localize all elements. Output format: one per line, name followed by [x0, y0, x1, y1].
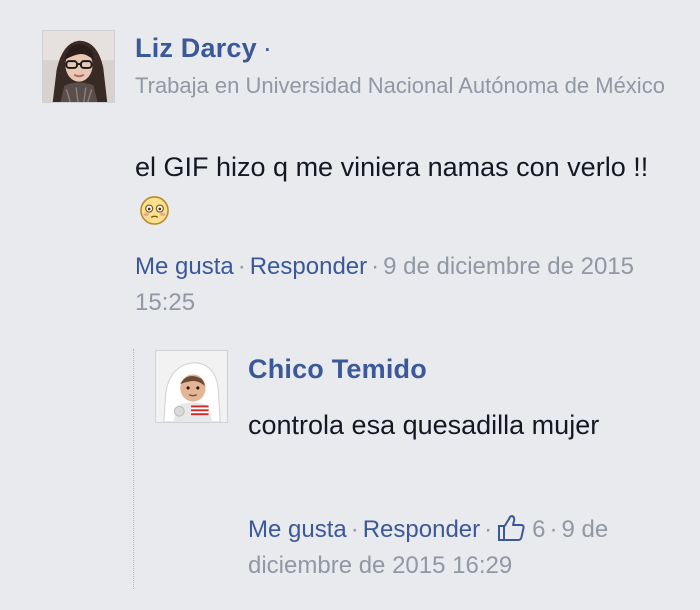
name-separator: ·: [262, 33, 273, 63]
comment-thread: Liz Darcy · Trabaja en Universidad Nacion…: [0, 0, 700, 610]
reply-author-name[interactable]: Chico Temido: [248, 354, 427, 385]
comment-text-block: el GIF hizo q me viniera namas con verlo…: [135, 145, 680, 235]
profile-photo-liz: [43, 31, 114, 102]
thumbs-up-icon[interactable]: [496, 514, 526, 542]
reply-actions: Me gusta · Responder · 6 · 9 de diciembre de …: [248, 512, 668, 584]
author-workplace: Trabaja en Universidad Nacional Autónoma…: [135, 73, 665, 98]
profile-photo-chico: [156, 351, 227, 422]
action-separator: ·: [237, 253, 246, 280]
avatar[interactable]: [155, 350, 228, 423]
comment-author-name[interactable]: Liz Darcy ·: [135, 33, 272, 64]
action-separator: ·: [371, 253, 380, 280]
like-link[interactable]: Me gusta: [248, 516, 347, 543]
reply-text: controla esa quesadilla mujer: [248, 410, 600, 440]
reply-thread-line: [133, 349, 134, 589]
like-link[interactable]: Me gusta: [135, 253, 234, 280]
like-count[interactable]: 6: [532, 516, 545, 543]
reply-link[interactable]: Responder: [250, 253, 367, 280]
comment-actions: Me gusta · Responder · 9 de diciembre de 201…: [135, 249, 665, 321]
author-link[interactable]: Liz Darcy: [135, 33, 257, 63]
action-separator: ·: [484, 516, 493, 543]
comment-text: el GIF hizo q me viniera namas con verlo…: [135, 152, 649, 182]
action-separator: ·: [350, 516, 359, 543]
avatar[interactable]: [42, 30, 115, 103]
flushed-face-emoji-icon: [140, 196, 169, 225]
reply-link[interactable]: Responder: [363, 516, 480, 543]
action-separator: ·: [549, 516, 558, 543]
